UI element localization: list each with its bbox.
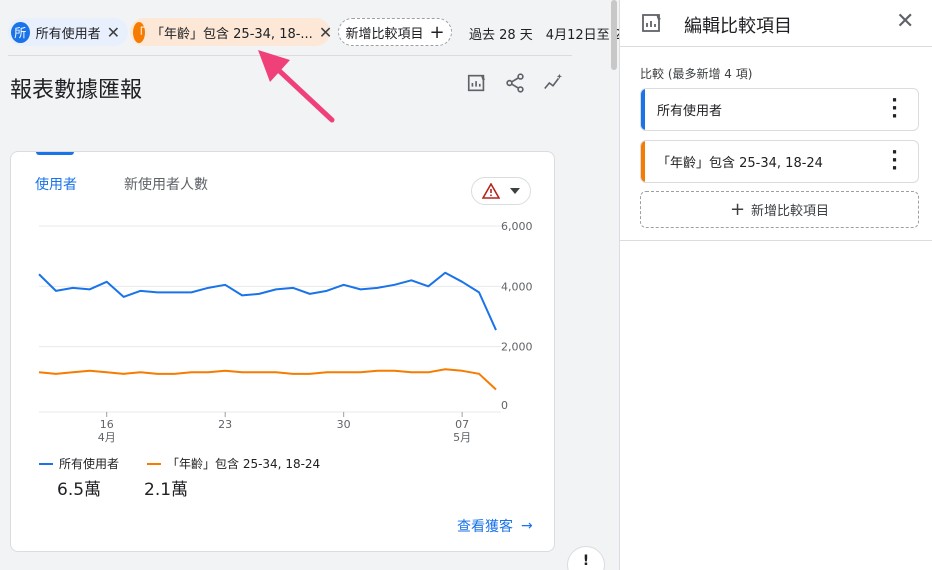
close-icon[interactable]: ✕ [107,23,120,42]
y-tick-label: 6,000 [501,220,533,233]
add-comparison-button[interactable]: 新增比較項目 + [338,18,452,46]
comparison-item-label: 所有使用者 [657,104,723,119]
add-comparison-panel-button[interactable]: + 新增比較項目 [640,191,919,228]
legend-label: 「年齡」包含 25-34, 18-24 [167,457,321,471]
y-tick-label: 4,000 [501,280,533,293]
page-title: 報表數據匯報 [10,78,143,103]
panel-header: 編輯比較項目 ✕ [620,0,932,47]
series-line-0 [38,271,497,331]
view-link-label: 查看獲客 [457,519,513,535]
x-tick-label: 07 [455,418,469,431]
legend-value-all-users: 6.5萬 [57,480,102,500]
add-comparison-label: 新增比較項目 [751,204,830,219]
header-actions [466,72,564,94]
legend-item-all-users: 所有使用者 [39,455,119,472]
scrollbar[interactable] [611,0,617,70]
close-icon[interactable]: ✕ [896,9,914,34]
divider [620,240,932,241]
feedback-button[interactable]: ! [567,546,605,570]
edit-comparisons-icon [642,14,661,32]
comparison-chip-all-users[interactable]: 所 所有使用者 ✕ [8,18,128,46]
chip-badge: 所 [11,21,30,43]
legend-item-age: 「年齡」包含 25-34, 18-24 [147,455,320,472]
color-bar [641,141,645,182]
x-tick-month-label: 5月 [453,431,471,444]
chip-badge: 「 [133,21,146,43]
panel-title: 編輯比較項目 [684,16,792,37]
edit-comparisons-panel: 編輯比較項目 ✕ 比較 (最多新增 4 項) 所有使用者 · · · 「年齡」包含 … [619,0,932,570]
date-range[interactable]: 過去 28 天 4月12日至 20 [469,24,630,43]
add-comparison-label: 新增比較項目 [345,26,424,42]
chip-label: 所有使用者 [35,26,101,42]
legend-value-age: 2.1萬 [144,480,189,500]
comparison-item-label: 「年齡」包含 25-34, 18-24 [657,156,823,171]
insights-icon[interactable] [542,72,564,94]
share-icon[interactable] [504,72,526,94]
x-tick-label: 16 [100,418,114,431]
more-vert-icon[interactable]: · · · [891,144,898,178]
x-tick-label: 23 [218,418,232,431]
arrow-right-icon: → [521,518,533,534]
panel-subtitle: 比較 (最多新增 4 項) [640,67,753,81]
x-tick-month-label: 4月 [98,431,116,444]
comparison-item-age[interactable]: 「年齡」包含 25-34, 18-24 · · · [640,140,919,183]
legend-swatch [39,462,53,465]
legend-label: 所有使用者 [59,457,120,471]
report-area: 所 所有使用者 ✕ 「 「年齡」包含 25-34, 18-... ✕ 新增比較項… [0,0,630,570]
feedback-icon: ! [582,553,590,569]
close-icon[interactable]: ✕ [319,23,332,42]
comparison-item-all-users[interactable]: 所有使用者 · · · [640,88,919,131]
more-vert-icon[interactable]: · · · [891,92,898,126]
color-bar [641,89,645,130]
plus-icon: + [729,199,746,220]
y-tick-label: 2,000 [501,341,533,354]
legend-swatch [147,462,161,465]
pointer-arrow-annotation [258,50,335,123]
series-line-1 [38,368,497,391]
x-tick-label: 30 [337,418,351,431]
view-acquisition-link[interactable]: 查看獲客 → [457,516,533,536]
chart-card: 使用者 新使用者人數 6,000 4,000 2,000 0 16 4月 23 30 07 5月 … [10,151,555,552]
edit-comparisons-icon[interactable] [466,72,488,94]
chip-label: 「年齡」包含 25-34, 18-... [151,26,313,42]
plus-icon: + [429,21,445,43]
y-tick-label: 0 [501,399,508,412]
